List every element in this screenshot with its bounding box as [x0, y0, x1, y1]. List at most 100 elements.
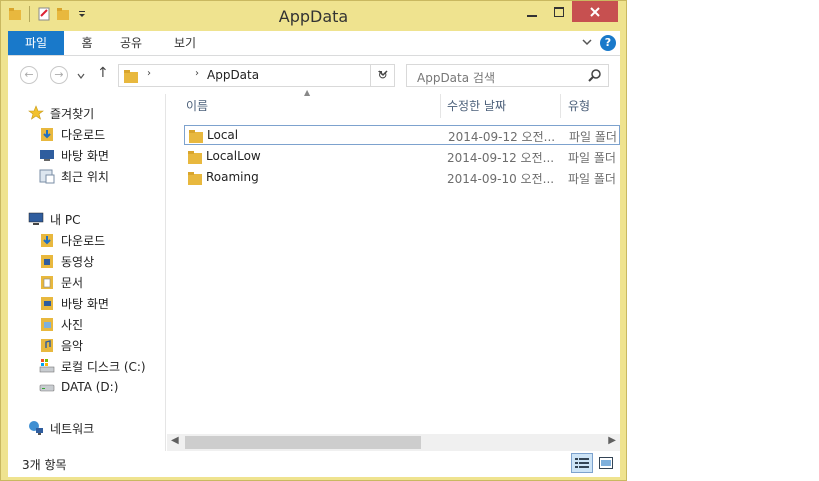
nav-pc-local-disk[interactable]: 로컬 디스크 (C:) — [39, 356, 146, 376]
ribbon-controls: ? — [582, 35, 616, 51]
list-item[interactable]: Roaming 2014-09-10 오전... 파일 폴더 — [184, 168, 620, 188]
expand-ribbon-icon[interactable] — [582, 36, 592, 50]
file-modified: 2014-09-12 오전... — [448, 130, 556, 144]
folder-icon — [123, 68, 139, 87]
nav-this-pc-label: 내 PC — [50, 212, 81, 227]
file-name: Local — [207, 128, 239, 142]
nav-pc-documents[interactable]: 문서 — [39, 272, 83, 292]
search-box[interactable]: AppData 검색 — [406, 64, 609, 87]
nav-item-label: 최근 위치 — [61, 169, 109, 184]
nav-pc-pictures[interactable]: 사진 — [39, 314, 83, 334]
main-area: 즐겨찾기 다운로드 바탕 화면 최근 위치 내 PC 다운로드 동영상 문서 바… — [8, 88, 620, 451]
refresh-icon: ↻ — [377, 68, 388, 82]
file-name: LocalLow — [206, 149, 261, 163]
nav-item-label: 음악 — [61, 338, 84, 353]
computer-icon — [28, 211, 44, 227]
nav-item-label: 바탕 화면 — [61, 296, 109, 311]
forward-button[interactable]: → — [50, 66, 68, 84]
close-icon — [590, 6, 600, 17]
download-folder-icon — [39, 126, 55, 142]
title-bar: AppData — [1, 1, 626, 31]
large-icons-view-icon — [599, 457, 613, 469]
documents-folder-icon — [39, 274, 55, 290]
music-folder-icon — [39, 337, 55, 353]
forward-arrow-icon: → — [54, 68, 64, 81]
nav-pc-desktop[interactable]: 바탕 화면 — [39, 293, 109, 313]
horizontal-scrollbar[interactable]: ◀ ▶ — [167, 434, 620, 451]
up-button[interactable]: ↑ — [97, 65, 109, 81]
column-divider[interactable] — [440, 94, 441, 118]
back-arrow-icon: ← — [24, 68, 34, 81]
breadcrumb-separator-icon[interactable]: › — [195, 68, 199, 79]
recent-places-icon — [39, 168, 55, 184]
column-header-type[interactable]: 유형 — [568, 94, 618, 118]
ribbon-tabs: 파일 홈 공유 보기 ? — [8, 31, 620, 56]
nav-item-label: 동영상 — [61, 254, 95, 269]
nav-pc-downloads[interactable]: 다운로드 — [39, 230, 105, 250]
address-toolbar: ← → ↑ › › AppData ↻ AppData 검색 — [8, 56, 620, 94]
back-button[interactable]: ← — [20, 66, 38, 84]
videos-folder-icon — [39, 253, 55, 269]
tab-home[interactable]: 홈 — [74, 31, 100, 55]
search-icon[interactable] — [588, 68, 602, 85]
maximize-button[interactable] — [545, 1, 572, 22]
details-view-button[interactable] — [571, 453, 593, 473]
folder-icon — [187, 149, 203, 168]
list-item[interactable]: LocalLow 2014-09-12 오전... 파일 폴더 — [184, 147, 620, 167]
nav-this-pc[interactable]: 내 PC — [28, 209, 80, 229]
nav-item-label: 로컬 디스크 (C:) — [61, 359, 146, 374]
tab-share[interactable]: 공유 — [114, 31, 148, 55]
status-bar: 3개 항목 — [8, 451, 620, 477]
local-disk-icon — [39, 358, 55, 374]
file-modified: 2014-09-12 오전... — [447, 151, 555, 165]
tab-file[interactable]: 파일 — [8, 31, 64, 55]
nav-favorites-downloads[interactable]: 다운로드 — [39, 124, 105, 144]
file-name: Roaming — [206, 170, 259, 184]
scrollbar-thumb[interactable] — [185, 436, 421, 449]
nav-pc-videos[interactable]: 동영상 — [39, 251, 94, 271]
help-icon[interactable]: ? — [600, 35, 616, 51]
folder-icon — [188, 128, 204, 147]
nav-network-label: 네트워크 — [50, 421, 95, 436]
nav-pc-data-drive[interactable]: DATA (D:) — [39, 377, 118, 397]
nav-item-label: 다운로드 — [61, 127, 106, 142]
refresh-button[interactable]: ↻ — [370, 65, 394, 86]
nav-favorites-recent[interactable]: 최근 위치 — [39, 166, 109, 186]
download-folder-icon — [39, 232, 55, 248]
minimize-button[interactable] — [518, 1, 545, 22]
nav-item-label: 바탕 화면 — [61, 148, 109, 163]
breadcrumb-appdata[interactable]: AppData — [207, 68, 259, 82]
navigation-pane: 즐겨찾기 다운로드 바탕 화면 최근 위치 내 PC 다운로드 동영상 문서 바… — [8, 94, 166, 451]
column-header-modified[interactable]: 수정한 날짜 — [447, 94, 557, 118]
file-modified: 2014-09-10 오전... — [447, 172, 555, 186]
nav-item-label: 문서 — [61, 275, 84, 290]
column-divider[interactable] — [560, 94, 561, 118]
tab-view[interactable]: 보기 — [168, 31, 202, 55]
explorer-window: AppData 파일 홈 공유 보기 ? ← → ↑ › › AppData ↻… — [0, 0, 627, 481]
breadcrumb-separator-icon[interactable]: › — [147, 68, 151, 79]
file-list: ▲ 이름 수정한 날짜 유형 Local 2014-09-12 오전... 파일… — [167, 88, 620, 451]
nav-item-label: 다운로드 — [61, 233, 106, 248]
recent-locations-icon[interactable] — [77, 69, 85, 83]
scroll-right-icon[interactable]: ▶ — [608, 435, 616, 446]
item-count: 3개 항목 — [22, 458, 67, 472]
large-icons-view-button[interactable] — [595, 453, 617, 473]
minimize-icon — [526, 14, 537, 17]
file-type: 파일 폴더 — [569, 130, 617, 144]
nav-network[interactable]: 네트워크 — [28, 418, 94, 438]
nav-item-label: 사진 — [61, 317, 84, 332]
address-bar[interactable]: › › AppData — [118, 64, 395, 87]
nav-pc-music[interactable]: 음악 — [39, 335, 83, 355]
drive-icon — [39, 379, 55, 395]
nav-favorites-desktop[interactable]: 바탕 화면 — [39, 145, 109, 165]
desktop-folder-icon — [39, 295, 55, 311]
list-item[interactable]: Local 2014-09-12 오전... 파일 폴더 — [184, 125, 620, 145]
maximize-icon — [553, 6, 564, 17]
column-header-name[interactable]: 이름 — [186, 94, 436, 118]
folder-icon — [187, 170, 203, 189]
close-button[interactable] — [572, 1, 618, 22]
pictures-folder-icon — [39, 316, 55, 332]
scroll-left-icon[interactable]: ◀ — [171, 435, 179, 446]
nav-favorites[interactable]: 즐겨찾기 — [28, 103, 94, 123]
star-icon — [28, 105, 44, 121]
